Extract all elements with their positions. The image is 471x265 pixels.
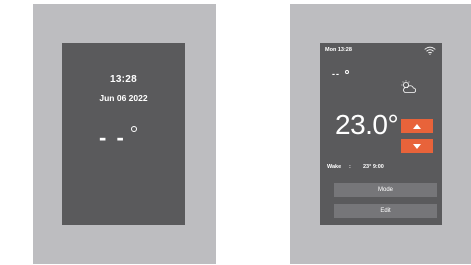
arrow-up-icon: [413, 123, 421, 129]
increase-temperature-button[interactable]: [401, 119, 433, 133]
current-temperature: - -: [99, 125, 126, 150]
outdoor-temperature: --: [332, 69, 340, 79]
thermostat-screen-active: Mon 13:28 -- 23.0° Wake: 23° 9:00 Mode Ed…: [320, 43, 442, 225]
thermostat-mockups: 13:28 Jun 06 2022 - - Mon 13:28 -- 23.0°: [0, 0, 471, 265]
outdoor-degree-icon: [345, 70, 349, 74]
schedule-time: 9:00: [372, 164, 384, 170]
schedule-label: Wake: [327, 164, 342, 170]
decrease-temperature-button[interactable]: [401, 139, 433, 153]
clock-date: Jun 06 2022: [99, 93, 148, 103]
schedule-info: Wake: 23° 9:00: [327, 164, 384, 170]
wifi-icon: [424, 46, 436, 55]
schedule-separator: :: [349, 164, 351, 170]
schedule-temperature: 23°: [363, 164, 372, 170]
degree-symbol-icon: [131, 126, 137, 132]
status-time: Mon 13:28: [325, 47, 352, 53]
edit-button[interactable]: Edit: [334, 204, 437, 218]
clock-time: 13:28: [109, 74, 138, 85]
partly-cloudy-icon: [401, 80, 417, 93]
thermostat-screen-idle: 13:28 Jun 06 2022 - -: [62, 43, 185, 225]
arrow-down-icon: [413, 143, 421, 149]
setpoint-temperature: 23.0°: [335, 109, 399, 140]
mode-button[interactable]: Mode: [334, 183, 437, 197]
